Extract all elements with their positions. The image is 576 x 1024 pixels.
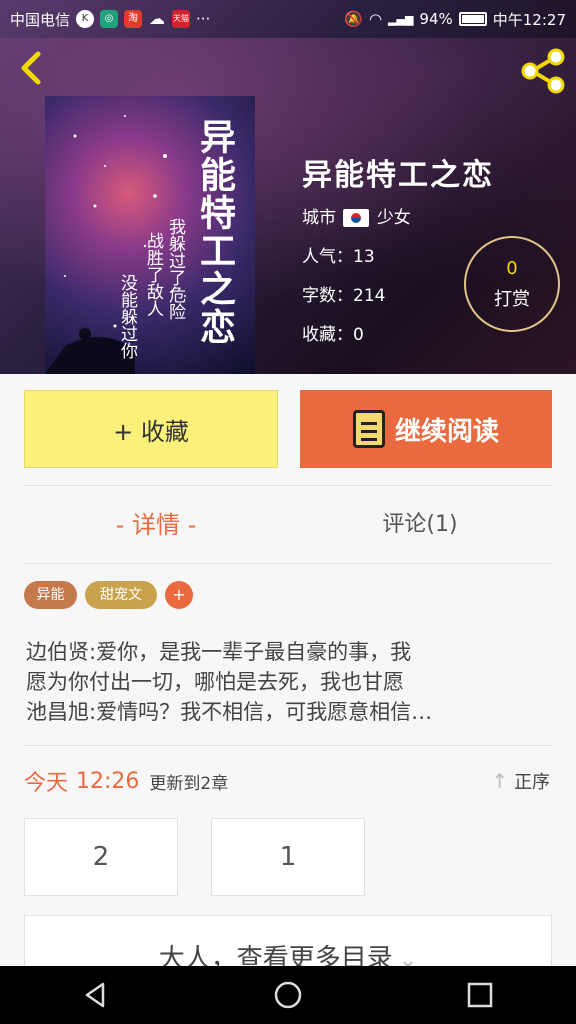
chevron-left-icon bbox=[21, 51, 41, 85]
wifi-icon: ◠ bbox=[368, 10, 383, 28]
more-notifications: ··· bbox=[196, 10, 211, 28]
intro-line: 愿为你付出一切，哪怕是去死，我也甘愿 bbox=[26, 670, 404, 694]
cover-line: 没能躲过你 bbox=[117, 274, 137, 359]
cloud-icon: ☁ bbox=[149, 9, 166, 28]
category-prefix: 城市 bbox=[302, 208, 336, 228]
intro-line: 池昌旭:爱情吗？我不相信，可我愿意相信… bbox=[26, 700, 433, 724]
taobao-icon: 淘 bbox=[124, 10, 143, 28]
arrow-up-icon: ↑ bbox=[491, 769, 508, 793]
collect-button[interactable]: + 收藏 bbox=[24, 390, 278, 468]
battery-percent: 94% bbox=[419, 10, 453, 28]
continue-reading-label: 继续阅读 bbox=[394, 416, 499, 447]
update-info: 今天 12:26 更新到2章 ↑ 正序 bbox=[24, 762, 552, 800]
carrier-label: 中国电信 bbox=[10, 10, 71, 29]
divider bbox=[24, 563, 552, 564]
tmall-icon: 天猫 bbox=[172, 10, 191, 28]
page: 异能特工之恋 我躲过了危险 战胜了敌人 没能躲过你 异能特工之恋 城市 少女 人… bbox=[0, 0, 576, 1024]
book-intro[interactable]: 边伯贤:爱你，是我一辈子最自豪的事，我 愿为你付出一切，哪怕是去死，我也甘愿 池… bbox=[26, 637, 536, 727]
share-icon bbox=[521, 48, 565, 94]
popularity-label: 人气： bbox=[302, 247, 353, 267]
status-bar-right: 🔕 ◠ ▂▄▆ 94% 中午12:27 bbox=[344, 9, 566, 30]
cover-title: 异能特工之恋 bbox=[194, 118, 236, 346]
update-time: 12:26 bbox=[76, 768, 140, 794]
divider bbox=[24, 745, 552, 746]
status-bar-left: 中国电信 K ◎ 淘 ☁ 天猫 ··· bbox=[10, 9, 210, 30]
mute-icon: 🔕 bbox=[344, 10, 363, 28]
favorites-value: 0 bbox=[353, 325, 364, 345]
book-title: 异能特工之恋 bbox=[302, 158, 494, 193]
update-day: 今天 bbox=[24, 771, 69, 796]
word-count: 字数：214 bbox=[302, 281, 385, 306]
cover-line: 战胜了敌人 bbox=[143, 232, 163, 317]
sort-label: 正序 bbox=[514, 772, 550, 793]
battery-icon bbox=[458, 12, 487, 26]
square-recent-icon bbox=[467, 982, 493, 1008]
divider bbox=[24, 485, 552, 486]
word-count-label: 字数： bbox=[302, 286, 353, 306]
nav-home-button[interactable] bbox=[258, 966, 318, 1024]
triangle-back-icon bbox=[85, 982, 105, 1008]
favorites: 收藏：0 bbox=[302, 320, 364, 345]
popularity-value: 13 bbox=[353, 247, 375, 267]
tab-comments[interactable]: 评论(1) bbox=[288, 500, 552, 550]
chapter-item[interactable]: 2 bbox=[24, 818, 178, 896]
update-text: 更新到2章 bbox=[149, 773, 229, 794]
cover-line: 我躲过了危险 bbox=[165, 218, 185, 320]
chapter-item[interactable]: 1 bbox=[211, 818, 365, 896]
book-cover[interactable]: 异能特工之恋 我躲过了危险 战胜了敌人 没能躲过你 bbox=[45, 96, 255, 374]
word-count-value: 214 bbox=[353, 286, 386, 306]
tab-detail[interactable]: - 详情 - bbox=[24, 500, 288, 550]
book-icon bbox=[352, 410, 385, 448]
clock: 中午12:27 bbox=[492, 10, 566, 29]
tip-count: 0 bbox=[506, 257, 518, 279]
popularity: 人气：13 bbox=[302, 242, 375, 267]
book-category: 城市 少女 bbox=[302, 203, 411, 228]
add-tag-button[interactable]: + bbox=[165, 581, 193, 609]
circle-home-icon bbox=[274, 981, 302, 1009]
category-suffix: 少女 bbox=[376, 208, 411, 228]
tag-item[interactable]: 异能 bbox=[24, 581, 77, 609]
app-icon: ◎ bbox=[100, 10, 119, 28]
tip-label: 打赏 bbox=[494, 288, 530, 310]
tag-item[interactable]: 甜宠文 bbox=[85, 581, 157, 609]
system-nav-bar bbox=[0, 966, 576, 1024]
continue-reading-button[interactable]: 继续阅读 bbox=[300, 390, 552, 468]
share-button[interactable] bbox=[518, 48, 568, 94]
favorites-label: 收藏： bbox=[302, 325, 353, 345]
back-button[interactable] bbox=[12, 48, 52, 88]
intro-line: 边伯贤:爱你，是我一辈子最自豪的事，我 bbox=[26, 640, 412, 664]
book-header: 异能特工之恋 我躲过了危险 战胜了敌人 没能躲过你 异能特工之恋 城市 少女 人… bbox=[0, 0, 576, 374]
app-k-icon: K bbox=[76, 10, 95, 28]
nav-recent-button[interactable] bbox=[450, 966, 510, 1024]
nav-back-button[interactable] bbox=[66, 966, 126, 1024]
status-bar: 中国电信 K ◎ 淘 ☁ 天猫 ··· 🔕 ◠ ▂▄▆ 94% 中午12:27 bbox=[0, 0, 576, 38]
flag-icon bbox=[343, 209, 370, 227]
sort-order-button[interactable]: ↑ 正序 bbox=[491, 768, 550, 794]
tip-button[interactable]: 0 打赏 bbox=[464, 236, 560, 332]
signal-icon: ▂▄▆ bbox=[388, 12, 414, 26]
